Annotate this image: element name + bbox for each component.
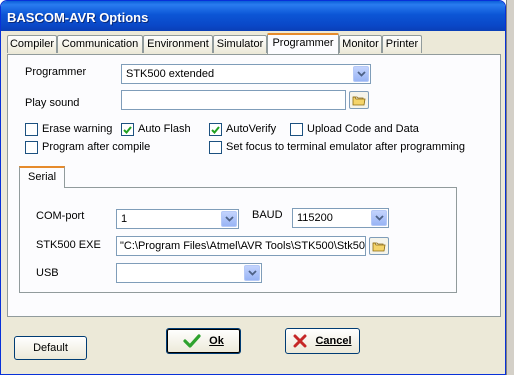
com-port-select[interactable]: 1 (116, 209, 239, 229)
tab-printer-label: Printer (385, 38, 419, 50)
tab-programmer-label: Programmer (272, 37, 334, 49)
baud-label: BAUD (252, 209, 283, 221)
chevron-down-icon[interactable] (221, 211, 237, 227)
tab-simulator[interactable]: Simulator (213, 35, 267, 53)
serial-panel: COM-port 1 BAUD 115200 STK500 EXE "C:\Pr… (19, 187, 457, 293)
chevron-down-icon[interactable] (353, 66, 369, 82)
close-icon (293, 334, 307, 348)
stk500-exe-value: "C:\Program Files\Atmel\AVR Tools\STK500… (120, 240, 365, 252)
play-sound-input[interactable] (121, 90, 346, 110)
tab-communication[interactable]: Communication (57, 35, 143, 53)
checkmark-icon (183, 334, 201, 348)
checkmark-icon (211, 125, 220, 134)
checkbox-box[interactable] (209, 123, 222, 136)
play-sound-label: Play sound (25, 97, 80, 109)
tab-environment-label: Environment (147, 38, 209, 50)
baud-select[interactable]: 115200 (292, 208, 389, 228)
cancel-button-label: Cancel (315, 335, 352, 347)
default-button[interactable]: Default (14, 336, 87, 360)
ok-button[interactable]: Ok (166, 328, 241, 354)
tab-compiler[interactable]: Compiler (7, 35, 57, 53)
programmer-label: Programmer (25, 66, 87, 78)
upload-code-label: Upload Code and Data (307, 123, 419, 135)
background-window-edge (506, 0, 514, 375)
tab-simulator-label: Simulator (216, 38, 264, 50)
default-button-label: Default (33, 342, 68, 354)
checkmark-icon (123, 125, 132, 134)
title-bar[interactable]: BASCOM-AVR Options (1, 1, 505, 31)
set-focus-label: Set focus to terminal emulator after pro… (226, 141, 466, 153)
ok-button-label: Ok (209, 335, 224, 347)
com-port-value: 1 (121, 213, 128, 225)
tab-environment[interactable]: Environment (143, 35, 213, 53)
programmer-select[interactable]: STK500 extended (121, 64, 371, 84)
tab-monitor-label: Monitor (342, 38, 379, 50)
program-after-compile-label: Program after compile (42, 141, 151, 153)
erase-warning-label: Erase warning (42, 123, 113, 135)
chevron-down-icon[interactable] (244, 265, 260, 281)
baud-value: 115200 (297, 212, 333, 224)
usb-select[interactable] (116, 263, 262, 283)
usb-label: USB (36, 267, 59, 279)
window-title: BASCOM-AVR Options (7, 10, 149, 25)
checkbox-box[interactable] (121, 123, 134, 136)
folder-icon (372, 242, 386, 252)
stk500-exe-label: STK500 EXE (36, 239, 101, 251)
tab-monitor[interactable]: Monitor (339, 35, 382, 53)
options-dialog: BASCOM-AVR Options Compiler Communicatio… (0, 0, 506, 375)
stk500-exe-input[interactable]: "C:\Program Files\Atmel\AVR Tools\STK500… (116, 236, 366, 256)
serial-tab-label: Serial (28, 171, 57, 183)
chevron-down-icon[interactable] (371, 210, 387, 226)
auto-flash-label: Auto Flash (138, 123, 191, 135)
programmer-value: STK500 extended (126, 68, 215, 80)
checkbox-box[interactable] (25, 123, 38, 136)
checkbox-box[interactable] (290, 123, 303, 136)
folder-icon (352, 96, 366, 106)
tab-printer[interactable]: Printer (382, 35, 422, 53)
checkbox-box[interactable] (25, 141, 38, 154)
stk500-exe-browse-button[interactable] (369, 237, 389, 255)
auto-verify-label: AutoVerify (226, 123, 277, 135)
tab-programmer[interactable]: Programmer (267, 33, 339, 54)
tab-compiler-label: Compiler (9, 38, 54, 50)
tab-communication-label: Communication (61, 38, 139, 50)
tab-serial[interactable]: Serial (19, 166, 65, 188)
checkbox-box[interactable] (209, 141, 222, 154)
play-sound-browse-button[interactable] (349, 91, 369, 109)
cancel-button[interactable]: Cancel (285, 328, 360, 354)
com-port-label: COM-port (36, 210, 85, 222)
